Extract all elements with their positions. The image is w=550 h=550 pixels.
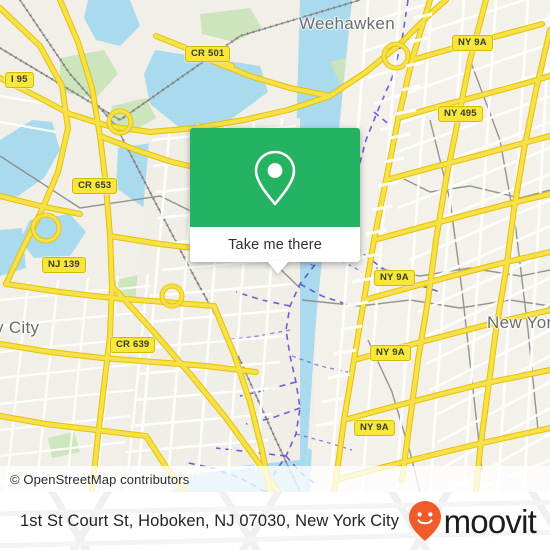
take-me-there-button[interactable]: Take me there xyxy=(190,227,360,262)
location-popup-card[interactable]: Take me there xyxy=(190,128,360,274)
bottom-address-bar: 1st St Court St, Hoboken, NJ 07030, New … xyxy=(0,492,550,550)
road-shield-cr639: CR 639 xyxy=(110,337,156,353)
take-me-there-label: Take me there xyxy=(228,236,322,253)
road-shield-ny9a-2: NY 9A xyxy=(374,270,415,286)
road-shield-ny495: NY 495 xyxy=(438,106,483,122)
moovit-wordmark: moovit xyxy=(443,502,537,540)
attribution-text: © OpenStreetMap contributors xyxy=(10,471,190,487)
moovit-smiley-pin-icon xyxy=(408,501,441,541)
map-canvas[interactable]: Weehawken New Yor y City I 95 CR 501 NY … xyxy=(0,0,550,492)
road-shield-cr501: CR 501 xyxy=(185,46,231,62)
road-shield-i95: I 95 xyxy=(5,72,34,88)
road-shield-ny9a-1: NY 9A xyxy=(452,35,493,51)
map-pin-icon xyxy=(254,150,296,205)
road-shield-cr653: CR 653 xyxy=(72,178,118,194)
road-shield-ny9a-3: NY 9A xyxy=(370,345,411,361)
place-label-jersey-city: y City xyxy=(0,318,40,337)
moovit-logo[interactable]: moovit xyxy=(408,500,537,542)
address-label: 1st St Court St, Hoboken, NJ 07030, New … xyxy=(20,511,400,530)
popup-pointer xyxy=(267,261,289,274)
popup-icon-area xyxy=(190,128,360,227)
screenshot-root: Weehawken New Yor y City I 95 CR 501 NY … xyxy=(0,0,550,550)
bottom-bar-content: 1st St Court St, Hoboken, NJ 07030, New … xyxy=(0,492,550,550)
map-attribution: © OpenStreetMap contributors xyxy=(0,466,550,492)
road-shield-nj139: NJ 139 xyxy=(42,257,86,273)
place-label-weehawken: Weehawken xyxy=(299,14,395,33)
road-shield-ny9a-4: NY 9A xyxy=(354,420,395,436)
place-label-new-york: New Yor xyxy=(487,313,550,332)
